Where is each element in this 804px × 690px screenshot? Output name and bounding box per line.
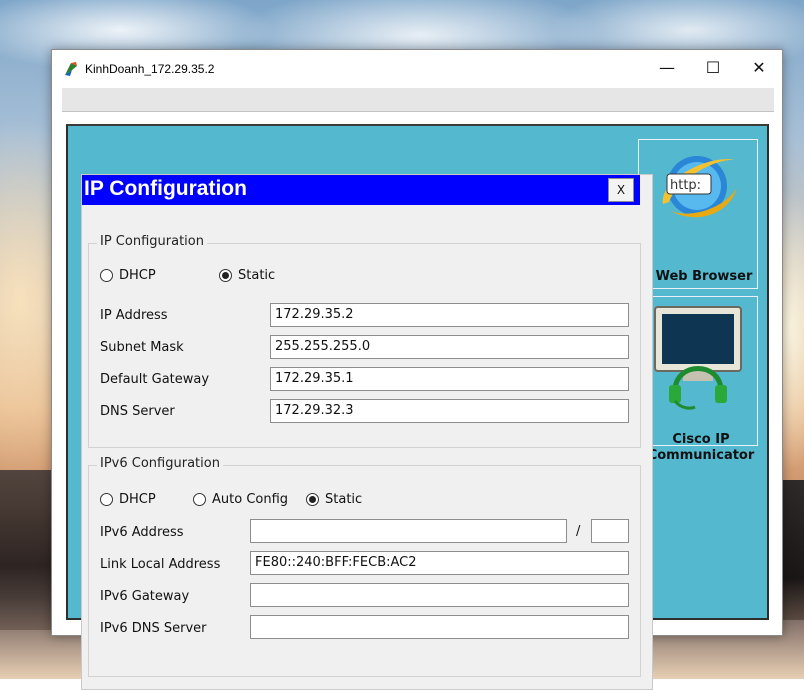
ip-address-label: IP Address [100, 308, 168, 323]
ipv4-static-radio[interactable]: Static [219, 268, 275, 283]
minimize-icon: — [659, 57, 675, 77]
dns-server-input[interactable]: 172.29.32.3 [270, 399, 629, 423]
dns-server-label: DNS Server [100, 404, 175, 419]
ipv6-static-label: Static [325, 492, 363, 507]
packet-tracer-device-window: KinhDoanh_172.29.35.2 — ☐ ✕ http: Web Br… [51, 49, 783, 690]
subnet-mask-label: Subnet Mask [100, 340, 184, 355]
dialog-header: IP Configuration [82, 175, 640, 205]
ipv6-dns-server-label: IPv6 DNS Server [100, 621, 207, 636]
ipv6-dns-server-input[interactable] [250, 615, 629, 639]
ipv6-gateway-label: IPv6 Gateway [100, 589, 190, 604]
ipv6-group-title: IPv6 Configuration [97, 456, 223, 471]
ipv6-auto-config-radio[interactable]: Auto Config [193, 492, 288, 507]
close-icon: ✕ [752, 57, 766, 77]
ipv6-dhcp-label: DHCP [119, 492, 156, 507]
ipv4-configuration-group: IP Configuration DHCP Static IP Address … [88, 234, 641, 448]
ipv6-auto-config-radio-dot[interactable] [193, 493, 206, 506]
ipv6-configuration-group: IPv6 Configuration DHCP Auto Config Stat… [88, 456, 641, 677]
packet-tracer-app-icon [65, 62, 77, 76]
maximize-icon: ☐ [705, 57, 721, 77]
ipv6-dhcp-radio[interactable]: DHCP [100, 492, 156, 507]
subnet-mask-input[interactable]: 255.255.255.0 [270, 335, 629, 359]
ipv4-dhcp-label: DHCP [119, 268, 156, 283]
ip-address-input[interactable]: 172.29.35.2 [270, 303, 629, 327]
ipv6-static-radio-dot[interactable] [306, 493, 319, 506]
cisco-ip-communicator-icon [654, 306, 742, 410]
ipv4-dhcp-radio-dot[interactable] [100, 269, 113, 282]
wallpaper-shore-right [782, 480, 804, 620]
web-browser-tile[interactable]: http: [638, 139, 758, 289]
prefix-separator: / [576, 524, 581, 539]
ipv4-static-label: Static [238, 268, 276, 283]
ipv6-gateway-input[interactable] [250, 583, 629, 607]
link-local-address-label: Link Local Address [100, 557, 221, 572]
window-title: KinhDoanh_172.29.35.2 [85, 62, 215, 76]
ipv4-group-title: IP Configuration [97, 234, 207, 249]
ipv4-static-radio-dot[interactable] [219, 269, 232, 282]
close-button[interactable]: ✕ [736, 50, 782, 84]
device-tabs-strip [62, 88, 774, 112]
ipv6-dhcp-radio-dot[interactable] [100, 493, 113, 506]
web-browser-label[interactable]: Web Browser [634, 269, 774, 285]
ipv6-prefix-length-input[interactable] [591, 519, 629, 543]
ipv6-static-radio[interactable]: Static [306, 492, 362, 507]
ipv6-auto-config-label: Auto Config [212, 492, 289, 507]
default-gateway-label: Default Gateway [100, 372, 210, 387]
wallpaper-shore-left [0, 470, 52, 630]
default-gateway-input[interactable]: 172.29.35.1 [270, 367, 629, 391]
dialog-title: IP Configuration [84, 177, 247, 200]
device-desktop-panel: http: Web Browser Cisco IP Communicator … [66, 124, 769, 690]
minimize-button[interactable]: — [644, 50, 690, 84]
link-local-address-input[interactable]: FE80::240:BFF:FECB:AC2 [250, 551, 629, 575]
web-browser-icon: http: [662, 156, 737, 218]
ipv6-address-input[interactable] [250, 519, 567, 543]
ip-configuration-dialog: IP Configuration X IP Configuration DHCP… [81, 174, 653, 690]
ipv4-dhcp-radio[interactable]: DHCP [100, 268, 156, 283]
cisco-ip-communicator-tile[interactable] [638, 296, 758, 446]
window-titlebar[interactable]: KinhDoanh_172.29.35.2 — ☐ ✕ [52, 50, 782, 88]
maximize-button[interactable]: ☐ [690, 50, 736, 84]
web-browser-icon-text: http: [670, 178, 701, 193]
dialog-close-button[interactable]: X [608, 178, 634, 202]
ipv6-address-label: IPv6 Address [100, 525, 184, 540]
